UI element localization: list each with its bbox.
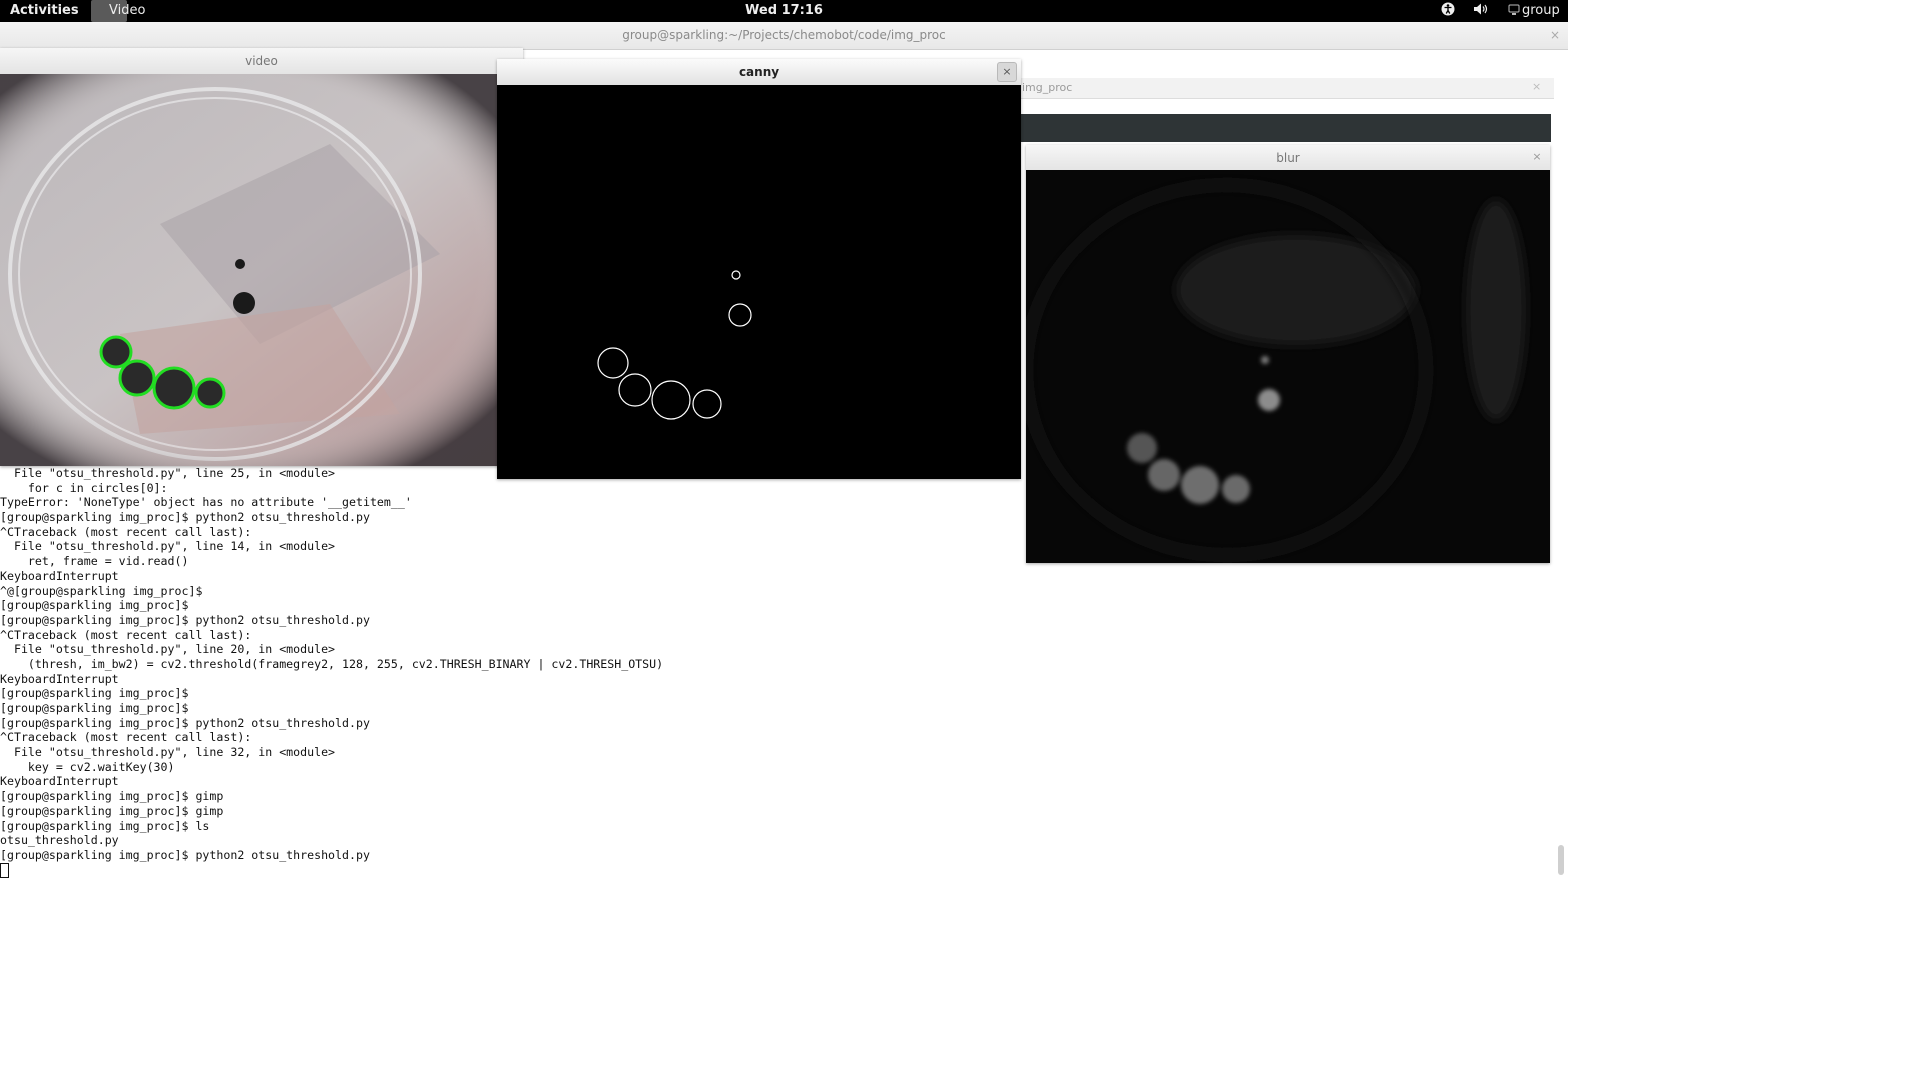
- terminal-line: [group@sparkling img_proc]$ python2 otsu…: [0, 612, 370, 627]
- terminal-line: [group@sparkling img_proc]$: [0, 686, 189, 701]
- top-bar: Activities Video Wed 17:16 group: [0, 0, 1568, 22]
- blur-blob: [1222, 475, 1250, 503]
- terminal-line: [group@sparkling img_proc]$ python2 otsu…: [0, 715, 370, 730]
- canny-close-icon[interactable]: ×: [997, 62, 1017, 82]
- blur-blob: [1127, 433, 1157, 463]
- canny-frame: [497, 85, 1021, 479]
- terminal-line: ^@[group@sparkling img_proc]$: [0, 583, 203, 598]
- terminal-tab-label[interactable]: img_proc: [1022, 81, 1072, 94]
- blur-blob: [1258, 389, 1280, 411]
- terminal-prompt-line[interactable]: [0, 862, 1560, 878]
- terminal-line: [group@sparkling img_proc]$: [0, 598, 189, 613]
- detected-circle: [99, 335, 133, 369]
- terminal-line: KeyboardInterrupt: [0, 671, 119, 686]
- terminal-cursor: [0, 862, 9, 878]
- terminal-line: File "otsu_threshold.py", line 20, in <m…: [0, 642, 336, 657]
- small-particle: [235, 259, 245, 269]
- terminal-line: ^CTraceback (most recent call last):: [0, 730, 252, 745]
- user-name[interactable]: group: [1522, 3, 1560, 18]
- video-frame: [0, 74, 523, 466]
- terminal-line: KeyboardInterrupt: [0, 774, 119, 789]
- blur-blob: [1261, 356, 1269, 364]
- detected-circle: [118, 359, 156, 397]
- terminal-line: KeyboardInterrupt: [0, 568, 119, 583]
- terminal-line: [group@sparkling img_proc]$: [0, 701, 189, 715]
- blur-close-icon[interactable]: ×: [1528, 148, 1546, 166]
- canny-window-title[interactable]: canny: [497, 59, 1021, 86]
- video-window-title[interactable]: video: [0, 48, 523, 75]
- terminal-line: ^CTraceback (most recent call last):: [0, 627, 252, 642]
- accessibility-icon[interactable]: [1441, 2, 1455, 20]
- blur-window[interactable]: blur ×: [1026, 145, 1550, 563]
- terminal-line: (thresh, im_bw2) = cv2.threshold(framegr…: [0, 656, 664, 671]
- terminal-line: [group@sparkling img_proc]$ python2 otsu…: [0, 847, 370, 862]
- terminal-line: otsu_threshold.py: [0, 833, 119, 848]
- detected-circle: [194, 377, 226, 409]
- terminal-scrollbar[interactable]: [1558, 845, 1564, 875]
- terminal-dark-strip: [1020, 114, 1551, 142]
- blur-blob: [1181, 466, 1219, 504]
- blur-frame: [1026, 170, 1550, 563]
- terminal-close-icon[interactable]: ×: [1550, 22, 1560, 49]
- volume-icon[interactable]: [1473, 2, 1489, 20]
- terminal-tab-strip: [1020, 78, 1554, 99]
- terminal-line: File "otsu_threshold.py", line 32, in <m…: [0, 745, 336, 760]
- terminal-titlebar[interactable]: group@sparkling:~/Projects/chemobot/code…: [0, 22, 1568, 50]
- canny-window[interactable]: canny ×: [497, 59, 1021, 479]
- app-menu-label[interactable]: Video: [109, 3, 145, 18]
- terminal-line: [group@sparkling img_proc]$ gimp: [0, 789, 224, 804]
- user-icon[interactable]: [1508, 2, 1520, 20]
- medium-particle: [233, 292, 255, 314]
- clock[interactable]: Wed 17:16: [0, 3, 1568, 18]
- terminal-tab-close-icon[interactable]: ×: [1532, 80, 1541, 93]
- terminal-line: [group@sparkling img_proc]$ gimp: [0, 803, 224, 818]
- blur-window-title[interactable]: blur: [1026, 145, 1550, 172]
- detected-circle: [152, 366, 196, 410]
- blur-blob: [1148, 459, 1180, 491]
- video-window[interactable]: video: [0, 48, 523, 466]
- terminal-line: [group@sparkling img_proc]$ ls: [0, 818, 210, 833]
- activities-button[interactable]: Activities: [10, 3, 79, 18]
- terminal-line: key = cv2.waitKey(30): [0, 759, 175, 774]
